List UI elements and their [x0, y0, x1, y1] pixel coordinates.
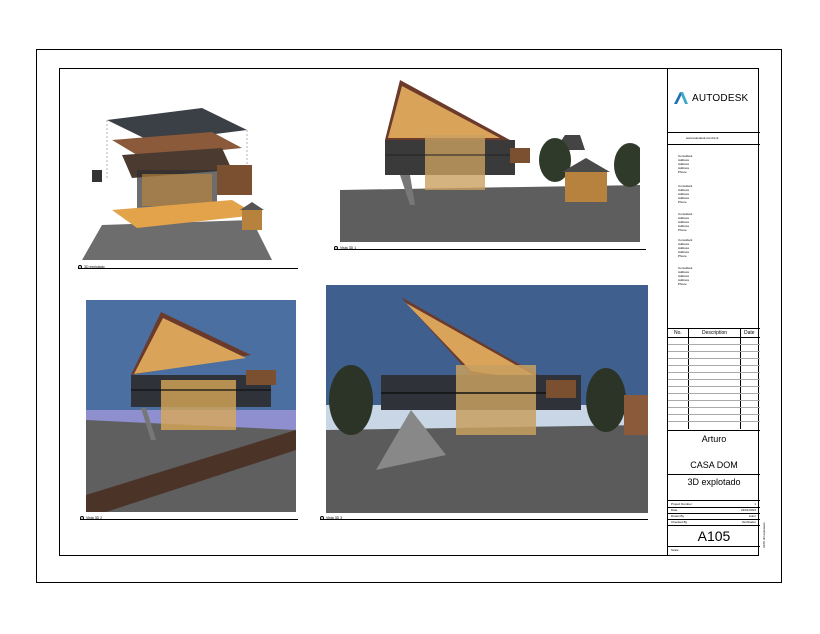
consultant-block: Consultant Address Address Address Phone: [678, 238, 693, 258]
tb-divider: [668, 430, 760, 431]
title-block: AUTODESK www.autodesk.com/revit Consulta…: [667, 68, 760, 556]
render-3d-3: [326, 285, 648, 513]
checked-by-value: Verificador: [741, 520, 756, 524]
view-underline-1: [78, 268, 298, 269]
consultant-block: Consultant Address Address Address Phone: [678, 266, 693, 286]
revision-table: No. Description Date: [668, 329, 760, 429]
render-3d-2: [86, 300, 296, 512]
checked-by-label: Checked By: [671, 520, 688, 524]
project-owner: Arturo: [701, 434, 727, 444]
view-underline-2: [334, 249, 646, 250]
autodesk-logo: AUTODESK: [674, 92, 748, 104]
side-vertical-text: A105 3D explotado: [762, 522, 766, 548]
date-value: 23/01/2023: [740, 508, 756, 512]
sheet-name: 3D explotado: [687, 477, 741, 487]
revision-col-desc: Description: [702, 330, 728, 336]
consultant-block: Consultant Address Address Address Phone: [678, 154, 693, 174]
sheet-number: A105: [697, 528, 731, 544]
drawn-by-value: Autor: [748, 514, 756, 518]
consultant-block: Consultant Address Address Address Phone: [678, 212, 693, 232]
project-number-value: 1: [754, 502, 756, 506]
render-3d-1: [340, 80, 640, 242]
tb-divider: [668, 132, 760, 133]
tb-divider: [668, 474, 760, 475]
view-3d-3[interactable]: [326, 285, 648, 513]
project-number-label: Project Number: [671, 502, 692, 506]
logo-url: www.autodesk.com/revit: [686, 136, 719, 140]
autodesk-logo-text: AUTODESK: [692, 92, 749, 104]
revision-col-date: Date: [744, 330, 755, 336]
date-label: Date: [671, 508, 678, 512]
revision-col-no: No.: [674, 330, 682, 336]
consultant-block: Consultant Address Address Address Phone: [678, 184, 693, 204]
view-3d-1[interactable]: [340, 80, 640, 242]
autodesk-logo-icon: [674, 92, 688, 104]
view-underline-4: [320, 519, 648, 520]
view-underline-3: [80, 519, 298, 520]
project-name: CASA DOM: [690, 460, 738, 470]
drawn-by-label: Drawn By: [671, 514, 685, 518]
tb-divider: [668, 500, 760, 501]
tb-divider: [668, 144, 760, 145]
scale-label: Scale: [671, 548, 679, 552]
view-3d-2[interactable]: [86, 300, 296, 512]
exploded-illustration: [82, 108, 272, 260]
view-exploded[interactable]: [82, 100, 282, 260]
